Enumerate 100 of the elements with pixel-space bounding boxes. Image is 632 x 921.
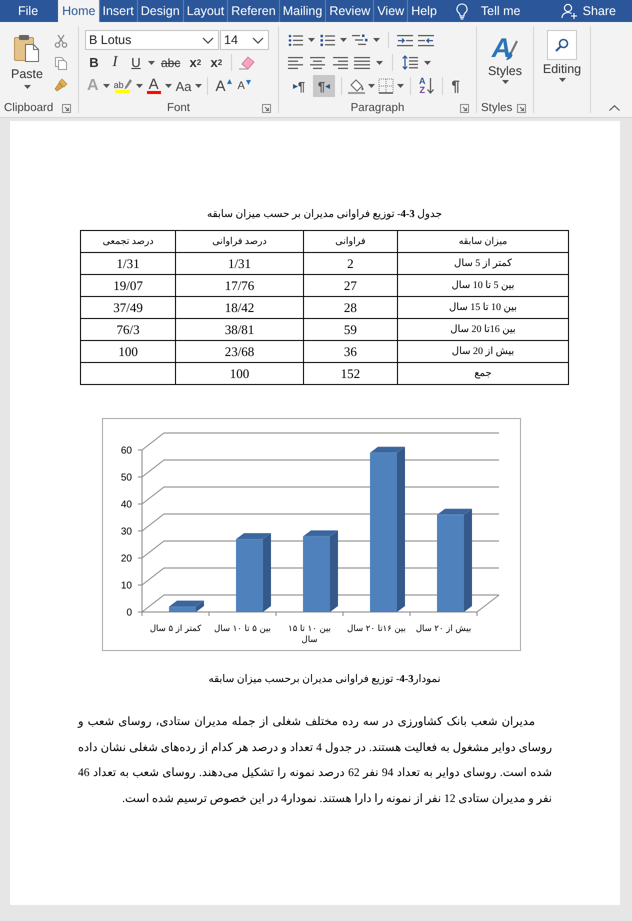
table-header-cell: میزان سابقه: [397, 230, 568, 252]
table-cell: 76/3: [80, 318, 176, 340]
category-label: بین ۱۰ تا ۱۵ سال: [288, 624, 331, 645]
ribbon-tab[interactable]: Home: [58, 0, 98, 22]
share-button[interactable]: Share: [558, 0, 618, 22]
triangle-icon: [226, 78, 232, 84]
group-label: Clipboard: [4, 102, 54, 114]
sort-button[interactable]: A Z: [417, 75, 436, 97]
font-color-button[interactable]: A: [144, 76, 163, 96]
tell-me-search[interactable]: Tell me: [452, 0, 524, 22]
caret-icon[interactable]: [376, 60, 383, 64]
italic-button[interactable]: I: [106, 52, 124, 72]
category-label: کمتر از ۵ سال: [150, 624, 202, 634]
table-header-cell: فراوانی: [303, 230, 398, 252]
font-name-field[interactable]: B Lotus: [85, 30, 219, 50]
group-label: Styles: [481, 102, 512, 114]
bulleted-list-icon[interactable]: [288, 34, 303, 46]
caret-icon[interactable]: [340, 38, 347, 42]
font-size-field[interactable]: 14: [220, 30, 269, 50]
category-label: بین ۱۶تا ۲۰ سال: [347, 624, 406, 634]
table-cell: 36: [303, 340, 398, 362]
pen-icon: [124, 79, 132, 90]
show-formatting-button[interactable]: ¶: [448, 75, 463, 97]
dialog-launcher-icon[interactable]: [460, 104, 469, 112]
caret-icon[interactable]: [397, 84, 404, 88]
increase-indent-icon[interactable]: [418, 34, 434, 46]
caret-icon[interactable]: [368, 84, 375, 88]
caret-icon[interactable]: [195, 84, 202, 88]
decrease-indent-icon[interactable]: [397, 34, 413, 46]
grow-font-button[interactable]: A: [213, 76, 234, 96]
paste-button[interactable]: Paste: [4, 28, 50, 99]
left-to-right-button[interactable]: ¶: [288, 75, 310, 97]
copy-icon[interactable]: [54, 56, 68, 70]
caret-icon[interactable]: [136, 84, 143, 88]
styles-button[interactable]: A Styles: [477, 28, 533, 84]
chevron-up-icon[interactable]: [609, 105, 620, 111]
bold-button[interactable]: B: [85, 52, 103, 72]
group-label: Font: [166, 102, 190, 114]
caret-icon[interactable]: [424, 60, 431, 64]
table-cell: 100: [80, 340, 176, 362]
table-cell: جمع: [397, 362, 568, 384]
y-axis-label: 0: [126, 608, 132, 618]
right-to-left-button[interactable]: ¶: [313, 75, 335, 97]
dialog-launcher-icon[interactable]: [62, 104, 71, 112]
triangle-icon: [325, 84, 330, 88]
table-cell: 23/68: [176, 340, 304, 362]
table-cell: 37/49: [80, 296, 176, 318]
eraser-icon[interactable]: [238, 55, 256, 70]
table-cell: 17/76: [176, 274, 304, 296]
table-cell: 27: [303, 274, 398, 296]
align-left-icon[interactable]: [288, 56, 304, 69]
justify-icon[interactable]: [354, 56, 370, 69]
change-case-button[interactable]: Aa: [174, 76, 194, 96]
dialog-launcher-icon[interactable]: [262, 104, 271, 112]
highlight-button[interactable]: ab: [112, 76, 134, 96]
table-cell: 18/42: [176, 296, 304, 318]
paintbrush-icon[interactable]: [54, 78, 68, 92]
shrink-font-button[interactable]: A: [236, 76, 253, 96]
table-header-cell: درصد تجمعی: [80, 230, 176, 252]
person-add-icon: [560, 3, 578, 19]
clipboard-icon: [12, 33, 42, 63]
group-label: Paragraph: [350, 102, 404, 114]
caret-icon[interactable]: [148, 60, 155, 64]
caret-icon[interactable]: [308, 38, 315, 42]
lightbulb-icon: [456, 2, 468, 20]
down-arrow-icon: [426, 78, 434, 94]
table-cell: بین 10 تا 15 سال: [397, 296, 568, 318]
y-axis-label: 20: [120, 554, 132, 564]
ribbon-tab[interactable]: File: [0, 0, 58, 22]
align-right-icon[interactable]: [332, 56, 348, 69]
scissors-icon[interactable]: [54, 34, 68, 48]
caret-icon[interactable]: [502, 80, 508, 84]
y-axis-label: 60: [120, 446, 132, 456]
caret-icon[interactable]: [24, 85, 30, 89]
table-cell: 19/07: [80, 274, 176, 296]
table-cell: 38/81: [176, 318, 304, 340]
bar: [169, 606, 196, 612]
y-axis-label: 40: [120, 500, 132, 510]
category-label: بین ۵ تا ۱۰ سال: [214, 624, 271, 634]
strikethrough-button[interactable]: abc: [158, 52, 184, 72]
superscript-button[interactable]: x$^{2}$: [207, 52, 226, 72]
caret-icon[interactable]: [558, 78, 566, 82]
borders-icon[interactable]: [378, 78, 394, 94]
editing-button[interactable]: Editing: [534, 28, 590, 82]
underline-button[interactable]: U: [127, 52, 145, 72]
paint-bucket-icon[interactable]: [348, 78, 365, 94]
y-axis-label: 30: [120, 526, 132, 538]
numbered-list-icon[interactable]: [320, 34, 335, 46]
multilevel-list-icon[interactable]: [352, 34, 368, 46]
triangle-icon: [292, 84, 298, 88]
table-header-cell: درصد فراوانی: [176, 230, 304, 252]
caret-icon[interactable]: [373, 38, 380, 42]
body-paragraph: مدیران شعب بانک کشاورزی در سه رده مختلف شغلی از جمله مدیران ستادی، روسای شعب و روسای دوایر مشغول به فعالیت هستند. در جدول 4 تعداد و درصد هر کدام از رده‌های شغلی نشان داده شده است. روسای دوایر به تعداد 94 نفر 62 درصد نمونه را تشکیل می‌دهند. روسای شعب به تعداد 46 نفر و مدیران ستادی 12 نفر از نمونه را دارا هستند. نمودار4 در این خصوص ترسیم شده است.: [78, 715, 552, 807]
dialog-launcher-icon[interactable]: [517, 104, 526, 112]
align-center-icon[interactable]: [310, 56, 326, 69]
line-spacing-icon[interactable]: [402, 55, 418, 70]
chevron-down-icon[interactable]: [252, 36, 264, 44]
color-swatch-icon: [115, 90, 130, 93]
caret-icon[interactable]: [164, 84, 172, 88]
chevron-down-icon[interactable]: [202, 36, 214, 44]
